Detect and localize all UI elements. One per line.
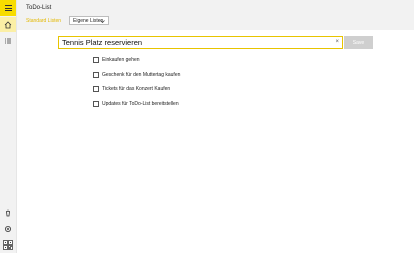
tab-own-lists-label: Eigene Listen bbox=[73, 17, 104, 24]
menu-icon[interactable] bbox=[0, 0, 16, 16]
app-header: ToDo-List Standard Listen Eigene Listen bbox=[17, 0, 414, 30]
todo-label: Einkaufen gehen bbox=[102, 57, 140, 64]
todo-list: Einkaufen gehen Geschenk für den Muttert… bbox=[93, 53, 180, 111]
save-button[interactable]: Save bbox=[344, 36, 373, 49]
todo-checkbox[interactable] bbox=[93, 57, 99, 64]
todo-checkbox[interactable] bbox=[93, 100, 99, 107]
todo-checkbox[interactable] bbox=[93, 71, 99, 78]
clear-icon[interactable]: × bbox=[335, 37, 339, 47]
settings-icon[interactable] bbox=[0, 221, 16, 236]
chevron-down-icon bbox=[100, 20, 105, 23]
list-item: Einkaufen gehen bbox=[93, 53, 180, 68]
tab-standard-lists[interactable]: Standard Listen bbox=[26, 18, 61, 24]
nav-rail bbox=[0, 0, 17, 253]
todo-input[interactable] bbox=[59, 37, 332, 47]
todo-label: Updates für ToDo-List bereitstellen bbox=[102, 100, 179, 107]
list-item: Tickets für das Konzert Kaufen bbox=[93, 82, 180, 97]
todo-label: Tickets für das Konzert Kaufen bbox=[102, 86, 171, 93]
todo-input-container: × bbox=[58, 36, 343, 49]
todo-label: Geschenk für den Muttertag kaufen bbox=[102, 71, 181, 78]
list-icon[interactable] bbox=[0, 33, 16, 48]
tab-own-lists[interactable]: Eigene Listen bbox=[69, 16, 109, 25]
app-title: ToDo-List bbox=[26, 5, 52, 11]
list-item: Geschenk für den Muttertag kaufen bbox=[93, 68, 180, 83]
home-icon[interactable] bbox=[0, 17, 16, 32]
bucket-icon[interactable] bbox=[0, 205, 16, 220]
todo-checkbox[interactable] bbox=[93, 86, 99, 93]
qr-code-icon[interactable] bbox=[0, 237, 16, 253]
list-item: Updates für ToDo-List bereitstellen bbox=[93, 97, 180, 112]
